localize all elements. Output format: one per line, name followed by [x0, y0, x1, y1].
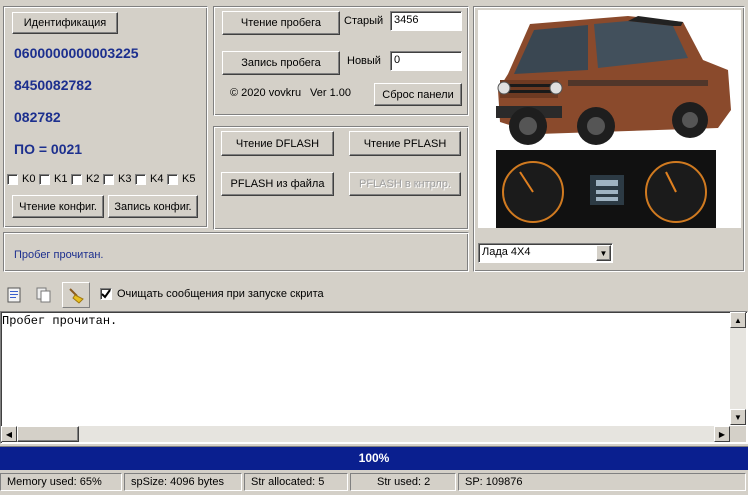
pflash-from-file-button[interactable]: PFLASH из файла — [221, 172, 334, 196]
status-spsize: spSize: 4096 bytes — [124, 473, 242, 491]
checkbox-k0[interactable] — [7, 174, 18, 185]
log-vscrollbar[interactable]: ▲ ▼ — [730, 312, 746, 425]
checkbox-k2[interactable] — [71, 174, 82, 185]
car-illustration — [496, 16, 731, 228]
log-text: Пробег прочитан. — [2, 314, 118, 328]
new-mileage-label: Новый — [347, 55, 381, 67]
scroll-corner — [730, 426, 746, 442]
copyright-text: © 2020 vovkru — [230, 87, 302, 99]
progress-bar: 100% — [0, 446, 748, 470]
write-mileage-button[interactable]: Запись пробега — [222, 51, 340, 75]
clear-broom-icon[interactable] — [62, 282, 90, 308]
scroll-down-icon[interactable]: ▼ — [730, 409, 746, 425]
scroll-right-icon[interactable]: ▶ — [714, 426, 730, 442]
identify-button[interactable]: Идентификация — [12, 12, 118, 34]
scroll-left-icon[interactable]: ◀ — [1, 426, 17, 442]
clear-messages-checkbox[interactable] — [100, 288, 112, 300]
version-text: Ver 1.00 — [310, 87, 351, 99]
status-str-allocated: Str allocated: 5 — [244, 473, 348, 491]
scroll-thumb[interactable] — [17, 426, 79, 442]
pflash-to-controller-button[interactable]: PFLASH в кнтрлр. — [349, 172, 461, 196]
checkbox-k2-label: K2 — [86, 173, 100, 185]
read-dflash-button[interactable]: Чтение DFLASH — [221, 131, 334, 156]
model-select-value: Лада 4X4 — [482, 246, 531, 258]
id-value-3: 082782 — [14, 109, 61, 125]
reset-panel-button[interactable]: Сброс панели — [374, 83, 462, 106]
new-mileage-value: 0 — [394, 54, 401, 66]
id-value-1: 0600000000003225 — [14, 45, 139, 61]
clear-messages-label: Очищать сообщения при запуске скрита — [117, 288, 324, 300]
old-mileage-value: 3456 — [394, 14, 419, 26]
status-sp: SP: 109876 — [458, 473, 746, 491]
checkbox-k1[interactable] — [39, 174, 50, 185]
status-message: Пробег прочитан. — [14, 249, 104, 261]
read-config-button[interactable]: Чтение конфиг. — [12, 195, 104, 218]
copy-icon[interactable] — [32, 284, 56, 306]
read-pflash-button[interactable]: Чтение PFLASH — [349, 131, 461, 156]
software-version: ПО = 0021 — [14, 141, 83, 157]
checkbox-k0-label: K0 — [22, 173, 36, 185]
checkbox-k4-label: K4 — [150, 173, 164, 185]
save-log-icon[interactable] — [2, 284, 26, 306]
log-hscrollbar[interactable]: ◀ ▶ — [1, 426, 730, 442]
status-memory: Memory used: 65% — [0, 473, 122, 491]
log-area[interactable]: Пробег прочитан. ▲ ▼ ◀ ▶ — [0, 311, 748, 444]
model-select[interactable]: Лада 4X4 ▼ — [478, 243, 613, 263]
old-mileage-field[interactable]: 3456 — [390, 11, 462, 31]
old-mileage-label: Старый — [344, 15, 384, 27]
chevron-down-icon[interactable]: ▼ — [596, 245, 611, 261]
checkbox-k3[interactable] — [103, 174, 114, 185]
checkbox-k5-label: K5 — [182, 173, 196, 185]
progress-label: 100% — [358, 451, 390, 465]
checkbox-k5[interactable] — [167, 174, 178, 185]
checkbox-k3-label: K3 — [118, 173, 132, 185]
scroll-up-icon[interactable]: ▲ — [730, 312, 746, 328]
status-str-used: Str used: 2 — [350, 473, 456, 491]
write-config-button[interactable]: Запись конфиг. — [108, 195, 198, 218]
car-image — [478, 10, 741, 228]
checkbox-k1-label: K1 — [54, 173, 68, 185]
read-mileage-button[interactable]: Чтение пробега — [222, 11, 340, 35]
new-mileage-field[interactable]: 0 — [390, 51, 462, 71]
id-value-2: 8450082782 — [14, 77, 92, 93]
checkbox-k4[interactable] — [135, 174, 146, 185]
